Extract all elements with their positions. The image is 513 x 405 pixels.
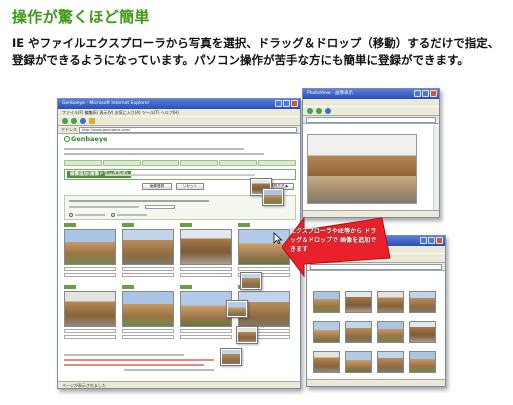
refresh-icon[interactable]	[325, 108, 331, 114]
dragged-thumbnail[interactable]	[220, 348, 242, 366]
register-button[interactable]: 画像登録	[142, 183, 172, 190]
photo-view-titlebar[interactable]: PhotoView - 画像表示	[303, 89, 439, 99]
radio-option[interactable]	[69, 213, 73, 217]
main-window-toolbar	[58, 116, 300, 126]
panel-line	[75, 214, 105, 216]
thumbnail[interactable]	[313, 351, 340, 373]
tab[interactable]	[258, 160, 296, 166]
main-window-titlebar[interactable]: Genbaeye - Microsoft Internet Explorer	[58, 99, 300, 109]
photo-view-address-bar	[303, 116, 439, 124]
back-icon[interactable]	[62, 118, 68, 124]
reset-button[interactable]: リセット	[176, 183, 204, 190]
radio-option[interactable]	[111, 213, 115, 217]
photo-view-toolbar	[303, 106, 439, 116]
main-window-title: Genbaeye - Microsoft Internet Explorer	[62, 101, 150, 106]
photo-slot[interactable]	[64, 223, 116, 283]
photo-slot[interactable]	[122, 285, 174, 345]
photo-slot[interactable]	[64, 285, 116, 345]
panel-line	[69, 206, 139, 208]
title-note	[105, 174, 255, 176]
tab[interactable]	[64, 160, 102, 166]
dragged-thumbnail[interactable]	[240, 272, 262, 290]
photo-slot[interactable]	[180, 285, 232, 345]
logo-text: Genbaeye	[71, 135, 108, 143]
nav-tabs	[64, 160, 296, 166]
thumbnail[interactable]	[345, 351, 372, 373]
forward-icon[interactable]	[71, 118, 77, 124]
date-input[interactable]	[145, 205, 175, 209]
back-icon[interactable]	[307, 108, 313, 114]
tab[interactable]	[180, 160, 219, 166]
address-input[interactable]: http://www.genbaeye.com/	[79, 126, 297, 133]
thumbnail[interactable]	[313, 291, 340, 313]
tab[interactable]	[141, 160, 180, 166]
tab[interactable]	[102, 160, 141, 166]
minimize-icon[interactable]	[414, 90, 421, 97]
photo-slot[interactable]	[180, 223, 232, 283]
refresh-icon[interactable]	[80, 118, 86, 124]
close-icon[interactable]	[291, 100, 298, 107]
mouse-cursor-icon	[273, 232, 283, 244]
minimize-icon[interactable]	[275, 100, 282, 107]
dragged-thumbnail[interactable]	[226, 300, 248, 318]
drag-drop-callout: エクスプローラやIE等から ドラッグ＆ドロップで 画像を追加できます	[290, 228, 377, 253]
panel-line	[117, 214, 147, 216]
favorites-icon[interactable]	[89, 118, 95, 124]
tab[interactable]	[219, 160, 258, 166]
site-logo: Genbaeye	[64, 135, 107, 143]
main-window-menubar[interactable]: ファイル(F) 編集(E) 表示(V) お気に入り(A) ツール(T) ヘルプ(…	[58, 109, 300, 116]
address-label: アドレス	[61, 126, 77, 132]
photo-explorer-statusbar	[307, 379, 445, 386]
page-heading: 操作が驚くほど簡単	[12, 8, 150, 26]
dragged-thumbnail[interactable]	[262, 188, 284, 206]
maximize-icon[interactable]	[283, 100, 290, 107]
breadcrumb	[64, 146, 296, 160]
vertical-scrollbar[interactable]	[433, 126, 439, 210]
photo-view-window: PhotoView - 画像表示	[302, 88, 440, 218]
thumbnail[interactable]	[345, 291, 372, 313]
thumbnail[interactable]	[313, 321, 340, 343]
maximize-icon[interactable]	[422, 90, 429, 97]
address-bar: アドレス http://www.genbaeye.com/	[58, 126, 300, 134]
thumbnail[interactable]	[409, 351, 436, 373]
status-text: ページが表示されました	[62, 383, 106, 388]
photo-view-title: PhotoView - 画像表示	[307, 91, 353, 96]
thumbnail[interactable]	[409, 321, 436, 343]
main-window-statusbar: ページが表示されました	[58, 381, 300, 388]
main-browser-window: Genbaeye - Microsoft Internet Explorer フ…	[57, 98, 301, 389]
close-icon[interactable]	[436, 237, 443, 244]
notes-area	[64, 351, 296, 377]
panel-line	[69, 200, 209, 202]
thumbnail[interactable]	[377, 351, 404, 373]
feature-description: IE やファイルエクスプローラから写真を選択、ドラッグ＆ドロップ（移動）するだけ…	[12, 36, 500, 67]
forward-icon[interactable]	[316, 108, 322, 114]
dragged-thumbnail[interactable]	[236, 326, 258, 344]
house-photo[interactable]	[307, 134, 417, 204]
thumbnail[interactable]	[345, 321, 372, 343]
thumbnail[interactable]	[409, 291, 436, 313]
photo-slot[interactable]	[122, 223, 174, 283]
thumbnail[interactable]	[377, 291, 404, 313]
close-icon[interactable]	[430, 90, 437, 97]
photo-view-menubar[interactable]	[303, 99, 439, 106]
thumbnail[interactable]	[377, 321, 404, 343]
logo-icon	[64, 136, 70, 142]
photo-view-address-input[interactable]	[306, 116, 436, 123]
